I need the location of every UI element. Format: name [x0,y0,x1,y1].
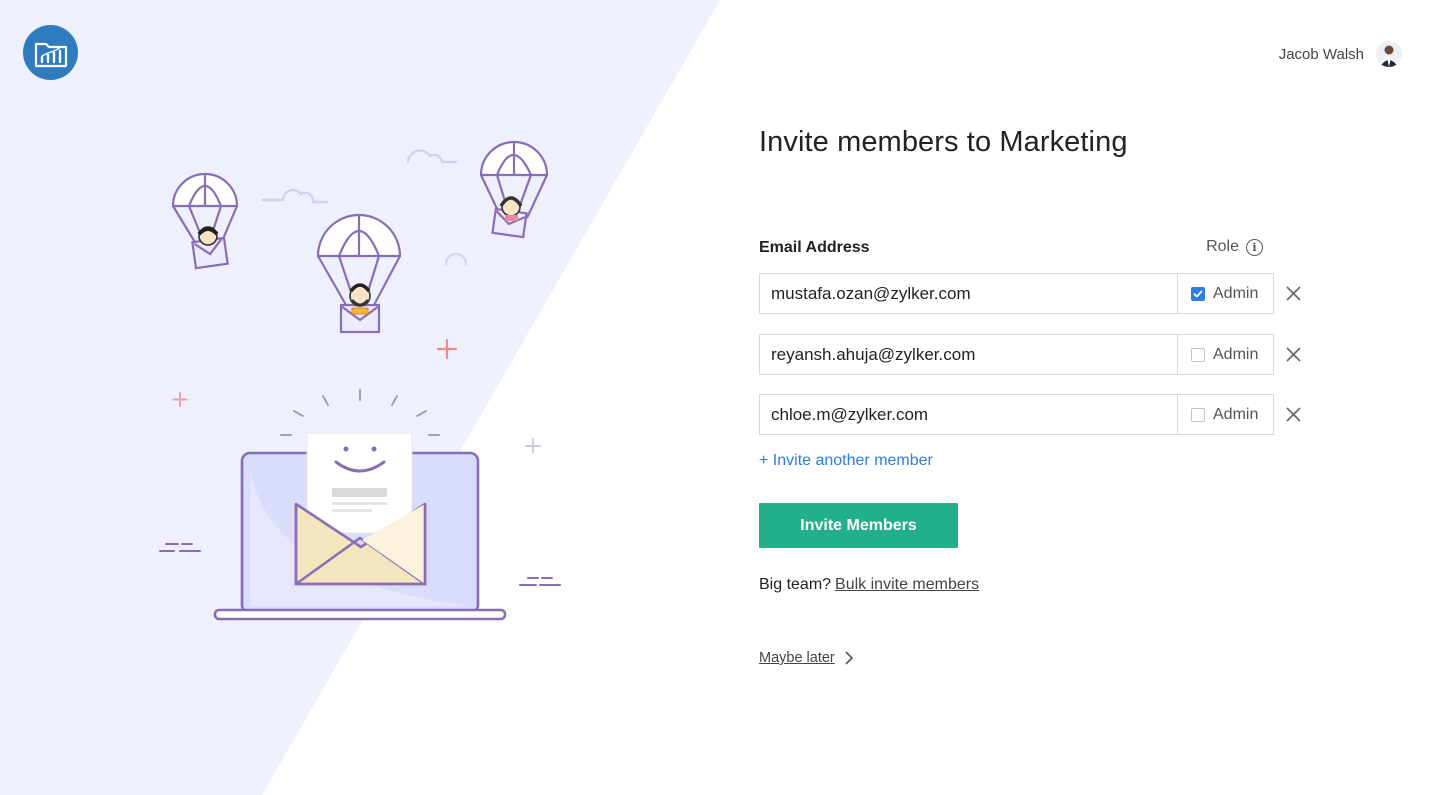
email-column-header: Email Address [759,239,870,256]
role-header-label: Role [1206,238,1239,255]
parachute-left [171,172,239,270]
role-label: Admin [1213,345,1259,363]
admin-checkbox-cell[interactable]: Admin [1177,334,1274,375]
bulk-invite-line: Big team? Bulk invite members [759,576,979,594]
admin-checkbox[interactable] [1191,407,1205,422]
role-column-header: Role i [1206,238,1263,256]
folder-chart-icon [34,42,67,67]
invite-row: Admin [759,334,1319,375]
bulk-invite-link[interactable]: Bulk invite members [835,576,979,593]
role-label: Admin [1213,284,1259,302]
admin-checkbox-cell[interactable]: Admin [1177,394,1274,435]
admin-checkbox[interactable] [1191,286,1205,301]
remove-row-close-icon[interactable] [1285,406,1302,423]
parachute-right [479,140,549,239]
user-avatar [1376,41,1402,67]
email-field[interactable] [759,334,1178,375]
maybe-later-link[interactable]: Maybe later [759,650,854,666]
maybe-later-label: Maybe later [759,650,835,666]
email-field[interactable] [759,273,1178,314]
email-field[interactable] [759,394,1178,435]
parachute-middle [316,213,402,334]
column-headers: Email Address Role i [759,236,1273,258]
page-title: Invite members to Marketing [759,126,1128,158]
info-icon[interactable]: i [1246,238,1263,256]
admin-checkbox[interactable] [1191,347,1205,362]
remove-row-close-icon[interactable] [1285,285,1302,302]
remove-row-close-icon[interactable] [1285,346,1302,363]
invite-form: Invite members to Marketing Email Addres… [759,126,1319,666]
invite-row: Admin [759,394,1319,435]
user-name: Jacob Walsh [1278,45,1364,63]
user-menu[interactable]: Jacob Walsh [1279,40,1402,68]
role-label: Admin [1213,405,1259,423]
invite-row: Admin [759,273,1319,314]
chevron-right-icon [845,651,853,665]
invite-illustration [159,140,561,621]
bulk-prefix-text: Big team? [759,576,832,593]
app-logo[interactable] [23,25,78,80]
admin-checkbox-cell[interactable]: Admin [1177,273,1274,314]
checkmark-icon [1193,290,1203,297]
invite-members-button[interactable]: Invite Members [759,503,958,548]
invite-another-member-link[interactable]: + Invite another member [759,452,933,470]
